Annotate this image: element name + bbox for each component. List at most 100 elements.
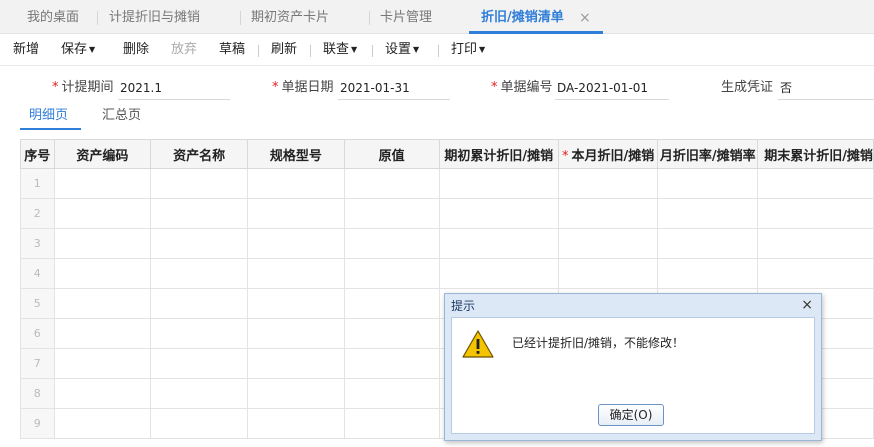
table-cell[interactable] — [657, 258, 759, 289]
table-cell[interactable] — [343, 288, 440, 319]
table-cell[interactable] — [246, 348, 345, 379]
table-cell[interactable] — [657, 228, 759, 259]
table-cell[interactable] — [246, 288, 345, 319]
row-number: 7 — [20, 348, 55, 379]
alert-dialog: 提示 × 已经计提折旧/摊销，不能修改！ 确定(O) — [444, 293, 822, 441]
table-cell[interactable] — [150, 168, 248, 199]
tab-separator — [240, 11, 241, 25]
tab-summary-page[interactable]: 汇总页 — [102, 107, 141, 125]
tab-opening-asset-cards[interactable]: 期初资产卡片 — [251, 8, 329, 34]
linked-query-button[interactable]: 联查 ▼ — [323, 41, 357, 60]
table-cell[interactable] — [53, 408, 152, 439]
table-cell[interactable] — [343, 168, 440, 199]
toolbar-separator — [438, 45, 439, 57]
table-cell[interactable] — [53, 168, 152, 199]
column-header-spec-model[interactable]: 规格型号 — [246, 139, 345, 169]
table-cell[interactable] — [557, 228, 659, 259]
table-cell[interactable] — [557, 168, 659, 199]
table-cell[interactable] — [343, 348, 440, 379]
table-row[interactable]: 1 — [20, 168, 874, 199]
table-cell[interactable] — [343, 408, 440, 439]
table-cell[interactable] — [53, 348, 152, 379]
doc-no-field[interactable]: DA-2021-01-01 — [555, 78, 669, 100]
table-cell[interactable] — [150, 228, 248, 259]
table-cell[interactable] — [246, 408, 345, 439]
table-cell[interactable] — [150, 258, 248, 289]
chevron-down-icon: ▼ — [89, 45, 96, 54]
table-cell[interactable] — [343, 198, 440, 229]
table-cell[interactable] — [150, 378, 248, 409]
tab-card-management[interactable]: 卡片管理 — [380, 8, 432, 34]
table-cell[interactable] — [657, 168, 759, 199]
table-cell[interactable] — [53, 378, 152, 409]
column-header-asset-name[interactable]: 资产名称 — [150, 139, 248, 169]
required-marker: * — [52, 80, 59, 95]
table-row[interactable]: 2 — [20, 198, 874, 229]
tab-detail-page[interactable]: 明细页 — [29, 107, 68, 125]
column-header-opening-accumulated[interactable]: 期初累计折旧/摊销 — [438, 139, 559, 169]
ok-button[interactable]: 确定(O) — [598, 404, 664, 426]
table-cell[interactable] — [657, 198, 759, 229]
table-row[interactable]: 3 — [20, 228, 874, 259]
warning-icon — [462, 330, 494, 358]
table-cell[interactable] — [246, 228, 345, 259]
table-cell[interactable] — [53, 228, 152, 259]
table-cell[interactable] — [246, 318, 345, 349]
table-cell[interactable] — [150, 348, 248, 379]
table-cell[interactable] — [150, 198, 248, 229]
settings-button[interactable]: 设置 ▼ — [385, 41, 419, 60]
tab-depreciation-accrual[interactable]: 计提折旧与摊销 — [109, 8, 200, 34]
table-cell[interactable] — [343, 318, 440, 349]
table-cell[interactable] — [343, 228, 440, 259]
table-cell[interactable] — [438, 228, 559, 259]
date-label-text: 单据日期 — [281, 80, 334, 95]
table-cell[interactable] — [343, 258, 440, 289]
table-cell[interactable] — [557, 198, 659, 229]
dialog-title: 提示 — [451, 299, 476, 313]
period-field[interactable]: 2021.1 — [118, 78, 230, 100]
close-icon[interactable]: × — [801, 296, 813, 314]
column-header-asset-code[interactable]: 资产编码 — [53, 139, 152, 169]
table-cell[interactable] — [438, 168, 559, 199]
table-cell[interactable] — [246, 258, 345, 289]
table-cell[interactable] — [53, 288, 152, 319]
table-cell[interactable] — [757, 168, 874, 199]
delete-button[interactable]: 删除 — [123, 41, 149, 59]
draft-button[interactable]: 草稿 — [219, 41, 245, 59]
date-field[interactable]: 2021-01-31 — [338, 78, 450, 100]
tab-my-desktop[interactable]: 我的桌面 — [27, 8, 79, 34]
save-button[interactable]: 保存 ▼ — [61, 41, 95, 60]
column-header-index[interactable]: 序号 — [20, 139, 55, 169]
table-cell[interactable] — [246, 378, 345, 409]
column-header-monthly-rate[interactable]: 月折旧率/摊销率 — [657, 139, 759, 169]
close-icon[interactable]: × — [579, 8, 591, 28]
column-header-monthly-depreciation[interactable]: * 本月折旧/摊销 — [557, 139, 659, 169]
table-cell[interactable] — [246, 198, 345, 229]
table-cell[interactable] — [53, 198, 152, 229]
table-cell[interactable] — [246, 168, 345, 199]
new-button[interactable]: 新增 — [13, 41, 39, 59]
table-cell[interactable] — [757, 228, 874, 259]
table-row[interactable]: 4 — [20, 258, 874, 289]
column-header-closing-accumulated[interactable]: 期末累计折旧/摊销 — [757, 139, 874, 169]
table-cell[interactable] — [150, 288, 248, 319]
table-cell[interactable] — [438, 258, 559, 289]
column-header-monthly-depreciation-text: 本月折旧/摊销 — [571, 148, 655, 164]
column-header-original-value[interactable]: 原值 — [343, 139, 440, 169]
table-cell[interactable] — [557, 258, 659, 289]
table-cell[interactable] — [343, 378, 440, 409]
print-button[interactable]: 打印 ▼ — [451, 41, 485, 60]
table-cell[interactable] — [150, 408, 248, 439]
table-cell[interactable] — [53, 318, 152, 349]
toolbar-separator — [372, 45, 373, 57]
dialog-message: 已经计提折旧/摊销，不能修改！ — [512, 336, 685, 350]
voucher-field[interactable]: 否 — [778, 78, 874, 100]
discard-button[interactable]: 放弃 — [171, 41, 197, 59]
table-cell[interactable] — [53, 258, 152, 289]
table-cell[interactable] — [438, 198, 559, 229]
refresh-button[interactable]: 刷新 — [271, 41, 297, 59]
table-cell[interactable] — [757, 258, 874, 289]
table-cell[interactable] — [757, 198, 874, 229]
doc-no-label: * 单据编号 — [491, 80, 553, 96]
table-cell[interactable] — [150, 318, 248, 349]
